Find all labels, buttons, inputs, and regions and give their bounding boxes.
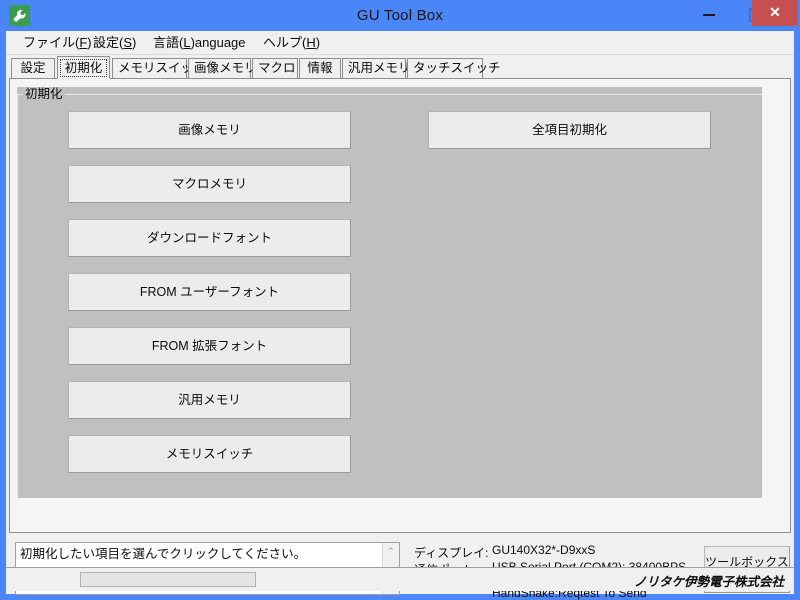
menu-item-settings[interactable]: 設定(S) [90, 33, 139, 52]
menu-settings-pre: 設定( [93, 35, 124, 50]
tab-info-label: 情報 [307, 61, 333, 75]
menu-help-pre: ヘルプ( [263, 35, 307, 50]
close-button[interactable]: ✕ [752, 0, 798, 26]
menu-bar: ファイル(F) 設定(S) 言語(L)anguage ヘルプ(H) [6, 31, 794, 55]
group-box-label: 初期化 [23, 87, 65, 102]
init-all-items-button[interactable]: 全項目初期化 [428, 111, 711, 149]
minimize-button[interactable] [686, 0, 732, 26]
menu-help-post: ) [315, 35, 321, 50]
init-download-font-button[interactable]: ダウンロードフォント [68, 219, 351, 257]
status-bar: ノリタケ伊勢電子株式会社 [6, 567, 794, 591]
initialize-group-box: 初期化 画像メモリ マクロメモリ ダウンロードフォント FROM ユーザーフォン… [17, 87, 762, 498]
tab-settings[interactable]: 設定 [11, 58, 55, 78]
menu-settings-post: ) [132, 35, 137, 50]
close-icon: ✕ [769, 4, 781, 20]
tab-initialize-label: 初期化 [64, 61, 103, 75]
tab-initialize[interactable]: 初期化 [57, 56, 110, 79]
menu-language-pre: 言語( [153, 35, 184, 50]
init-from-user-font-button[interactable]: FROM ユーザーフォント [68, 273, 351, 311]
display-label: ディスプレイ: [414, 546, 489, 560]
tab-strip: 設定 初期化 メモリスイッチ 画像メモリ マクロ 情報 汎用メモリ タッチスイッ… [9, 56, 791, 79]
tab-image-memory-label: 画像メモリ [194, 61, 257, 75]
menu-file-pre: ファイル( [23, 35, 80, 50]
tab-macro-label: マクロ [258, 61, 296, 75]
tab-macro[interactable]: マクロ [252, 58, 298, 78]
tab-info[interactable]: 情報 [299, 58, 341, 78]
tab-touch-switch[interactable]: タッチスイッチ [407, 58, 501, 78]
tab-image-memory[interactable]: 画像メモリ [188, 58, 257, 78]
window-title: GU Tool Box [356, 7, 444, 24]
scroll-up-icon[interactable]: ⌃ [383, 543, 399, 559]
client-area: ファイル(F) 設定(S) 言語(L)anguage ヘルプ(H) 設定 初期化… [6, 31, 794, 600]
display-value: GU140X32*-D9xxS [492, 543, 596, 557]
tab-memory-switch[interactable]: メモリスイッチ [112, 58, 206, 78]
progress-bar [80, 572, 256, 587]
minimize-icon [703, 14, 715, 16]
tab-touch-switch-label: タッチスイッチ [413, 61, 501, 75]
tab-page-initialize: 初期化 画像メモリ マクロメモリ ダウンロードフォント FROM ユーザーフォン… [9, 78, 791, 533]
tab-general-memory-label: 汎用メモリ [348, 61, 411, 75]
company-name: ノリタケ伊勢電子株式会社 [633, 575, 784, 589]
menu-help-mnemonic: H [306, 35, 316, 50]
init-from-ext-font-button[interactable]: FROM 拡張フォント [68, 327, 351, 365]
menu-settings-mnemonic: S [123, 35, 133, 50]
init-macro-memory-button[interactable]: マクロメモリ [68, 165, 351, 203]
menu-item-help[interactable]: ヘルプ(H) [260, 33, 323, 52]
group-box-left-border [17, 94, 18, 498]
tab-general-memory[interactable]: 汎用メモリ [342, 58, 411, 78]
init-memory-switch-button[interactable]: メモリスイッチ [68, 435, 351, 473]
menu-item-language[interactable]: 言語(L)anguage [150, 33, 249, 52]
init-general-memory-button[interactable]: 汎用メモリ [68, 381, 351, 419]
init-image-memory-button[interactable]: 画像メモリ [68, 111, 351, 149]
menu-item-file[interactable]: ファイル(F) [20, 33, 95, 52]
message-text: 初期化したい項目を選んでクリックしてください。 [20, 547, 307, 561]
title-bar: GU Tool Box ✕ [0, 0, 800, 31]
menu-language-post: )anguage [190, 35, 246, 50]
menu-language-mnemonic: L [183, 35, 191, 50]
tab-settings-label: 設定 [20, 61, 46, 75]
application-window: GU Tool Box ✕ ファイル(F) 設定(S) 言語(L)anguage… [0, 0, 800, 600]
group-box-top-border [17, 94, 762, 95]
